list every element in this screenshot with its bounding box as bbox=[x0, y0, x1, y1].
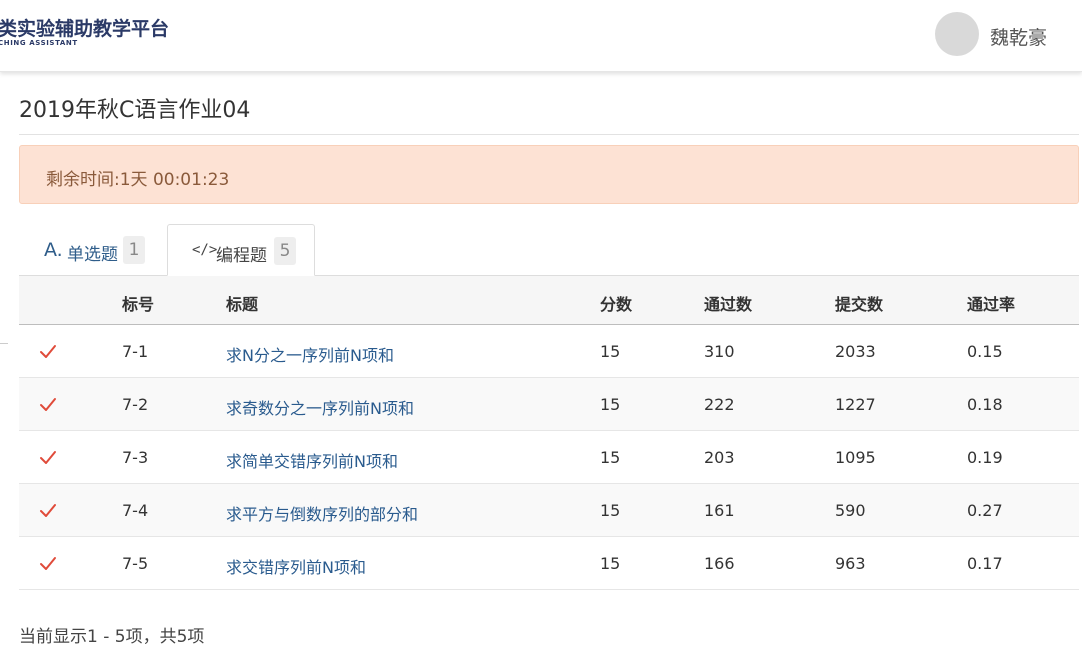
problem-score: 15 bbox=[600, 395, 621, 414]
header-score[interactable]: 分数 bbox=[600, 291, 632, 315]
header-submitted[interactable]: 提交数 bbox=[835, 291, 883, 315]
check-icon bbox=[40, 398, 56, 411]
problem-score: 15 bbox=[600, 501, 621, 520]
problem-title-link[interactable]: 求交错序列前N项和 bbox=[226, 554, 366, 578]
pass-rate: 0.15 bbox=[967, 342, 1003, 361]
countdown-banner: 剩余时间:1天 00:01:23 bbox=[19, 145, 1079, 204]
header-number[interactable]: 标号 bbox=[122, 291, 154, 315]
submitted-count: 963 bbox=[835, 554, 866, 573]
page-title: 2019年秋C语言作业04 bbox=[19, 98, 251, 123]
problem-number: 7-2 bbox=[122, 395, 149, 414]
submitted-count: 2033 bbox=[835, 342, 876, 361]
pass-rate: 0.18 bbox=[967, 395, 1003, 414]
header-title[interactable]: 标题 bbox=[226, 291, 258, 315]
tab-count-badge: 1 bbox=[123, 236, 145, 264]
problem-title-link[interactable]: 求奇数分之一序列前N项和 bbox=[226, 395, 414, 419]
pass-rate: 0.17 bbox=[967, 554, 1003, 573]
check-icon bbox=[40, 451, 56, 464]
problem-title-link[interactable]: 求平方与倒数序列的部分和 bbox=[226, 501, 418, 525]
pagination-info: 当前显示1 - 5项，共5项 bbox=[19, 627, 205, 647]
table-row[interactable]: 7-2 求奇数分之一序列前N项和 15 222 1227 0.18 bbox=[19, 378, 1079, 431]
single-choice-icon: A. bbox=[44, 239, 63, 261]
table-header: 标号 标题 分数 通过数 提交数 通过率 bbox=[19, 276, 1079, 325]
tab-label: 编程题 bbox=[216, 246, 267, 266]
title-divider bbox=[19, 134, 1079, 135]
problem-title-link[interactable]: 求简单交错序列前N项和 bbox=[226, 448, 398, 472]
problem-score: 15 bbox=[600, 342, 621, 361]
passed-count: 203 bbox=[704, 448, 735, 467]
check-icon bbox=[40, 557, 56, 570]
problem-score: 15 bbox=[600, 448, 621, 467]
passed-count: 166 bbox=[704, 554, 735, 573]
username[interactable]: 魏乾豪 bbox=[990, 23, 1047, 50]
logo-subtitle: CHING ASSISTANT bbox=[0, 39, 78, 47]
problem-number: 7-5 bbox=[122, 554, 149, 573]
check-icon bbox=[40, 345, 56, 358]
top-bar: 类实验辅助教学平台 CHING ASSISTANT 魏乾豪 bbox=[0, 0, 1082, 72]
table-row[interactable]: 7-5 求交错序列前N项和 15 166 963 0.17 bbox=[19, 537, 1079, 590]
passed-count: 310 bbox=[704, 342, 735, 361]
countdown-text: 剩余时间:1天 00:01:23 bbox=[46, 170, 230, 190]
pass-rate: 0.27 bbox=[967, 501, 1003, 520]
submitted-count: 1095 bbox=[835, 448, 876, 467]
header-pass-rate[interactable]: 通过率 bbox=[967, 291, 1015, 315]
submitted-count: 590 bbox=[835, 501, 866, 520]
left-edge-tick bbox=[0, 343, 8, 344]
tab-programming[interactable]: </> 编程题 5 bbox=[167, 224, 315, 276]
tab-count-badge: 5 bbox=[274, 237, 296, 265]
table-row[interactable]: 7-3 求简单交错序列前N项和 15 203 1095 0.19 bbox=[19, 431, 1079, 484]
pass-rate: 0.19 bbox=[967, 448, 1003, 467]
passed-count: 161 bbox=[704, 501, 735, 520]
problem-score: 15 bbox=[600, 554, 621, 573]
problem-number: 7-3 bbox=[122, 448, 149, 467]
submitted-count: 1227 bbox=[835, 395, 876, 414]
tab-label: 单选题 bbox=[67, 245, 118, 265]
avatar[interactable] bbox=[935, 12, 979, 56]
table-row[interactable]: 7-1 求N分之一序列前N项和 15 310 2033 0.15 bbox=[19, 325, 1079, 378]
problem-number: 7-4 bbox=[122, 501, 149, 520]
header-passed[interactable]: 通过数 bbox=[704, 291, 752, 315]
table-row[interactable]: 7-4 求平方与倒数序列的部分和 15 161 590 0.27 bbox=[19, 484, 1079, 537]
logo-title[interactable]: 类实验辅助教学平台 bbox=[0, 14, 169, 41]
problem-title-link[interactable]: 求N分之一序列前N项和 bbox=[226, 342, 394, 366]
passed-count: 222 bbox=[704, 395, 735, 414]
problem-table: 标号 标题 分数 通过数 提交数 通过率 7-1 求N分之一序列前N项和 15 … bbox=[19, 275, 1079, 590]
code-icon: </> bbox=[192, 242, 218, 258]
problem-number: 7-1 bbox=[122, 342, 149, 361]
tab-single-choice[interactable]: A. 单选题 1 bbox=[19, 224, 167, 276]
check-icon bbox=[40, 504, 56, 517]
